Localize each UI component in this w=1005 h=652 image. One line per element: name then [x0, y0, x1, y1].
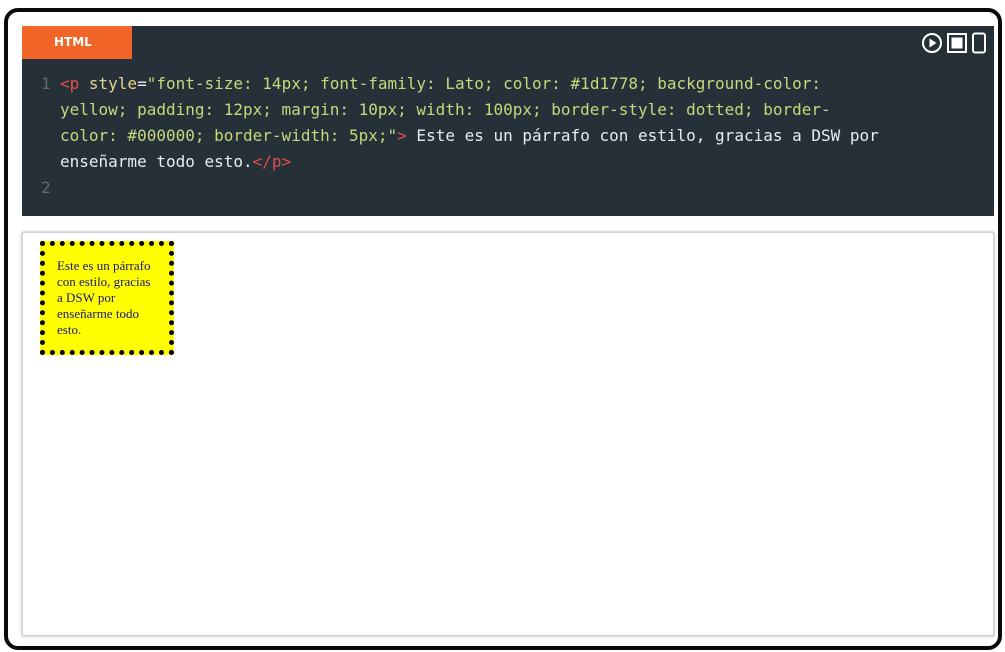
- code-token: color: #000000; border-width: 5px;": [60, 126, 398, 145]
- code-token: >: [397, 126, 407, 145]
- code-token: enseñarme todo esto.: [60, 152, 253, 171]
- code-token: </p>: [252, 152, 292, 171]
- code-line[interactable]: color: #000000; border-width: 5px;"> Est…: [22, 123, 994, 149]
- code-token: =: [137, 74, 147, 93]
- code-token: Este es un párrafo con estilo, gracias a…: [406, 126, 879, 145]
- code-line[interactable]: 2: [22, 175, 994, 201]
- code-line[interactable]: yellow; padding: 12px; margin: 10px; wid…: [22, 97, 994, 123]
- preview-pane: Este es un párrafo con estilo, gracias a…: [22, 232, 994, 636]
- stop-icon[interactable]: [946, 32, 968, 54]
- code-token: "font-size: 14px; font-family: Lato; col…: [146, 74, 821, 93]
- device-icon[interactable]: [971, 32, 987, 54]
- styled-paragraph: Este es un párrafo con estilo, gracias a…: [40, 241, 174, 355]
- code-line[interactable]: 1 <p style="font-size: 14px; font-family:…: [22, 71, 994, 97]
- line-number: 2: [41, 178, 51, 197]
- editor-controls: [921, 32, 987, 54]
- code-token: <p: [60, 74, 80, 93]
- tab-html[interactable]: HTML: [22, 26, 132, 59]
- code-token: yellow; padding: 12px; margin: 10px; wid…: [60, 100, 831, 119]
- code-area[interactable]: 1 <p style="font-size: 14px; font-family:…: [22, 71, 994, 201]
- line-number: 1: [41, 74, 51, 93]
- run-icon[interactable]: [921, 32, 943, 54]
- code-editor[interactable]: HTML 1 <p style="font-size: 14px; font-fa…: [22, 26, 994, 216]
- code-token: style: [79, 74, 138, 93]
- code-playground-frame: HTML 1 <p style="font-size: 14px; font-fa…: [4, 8, 1002, 650]
- code-line[interactable]: enseñarme todo esto.</p>: [22, 149, 994, 175]
